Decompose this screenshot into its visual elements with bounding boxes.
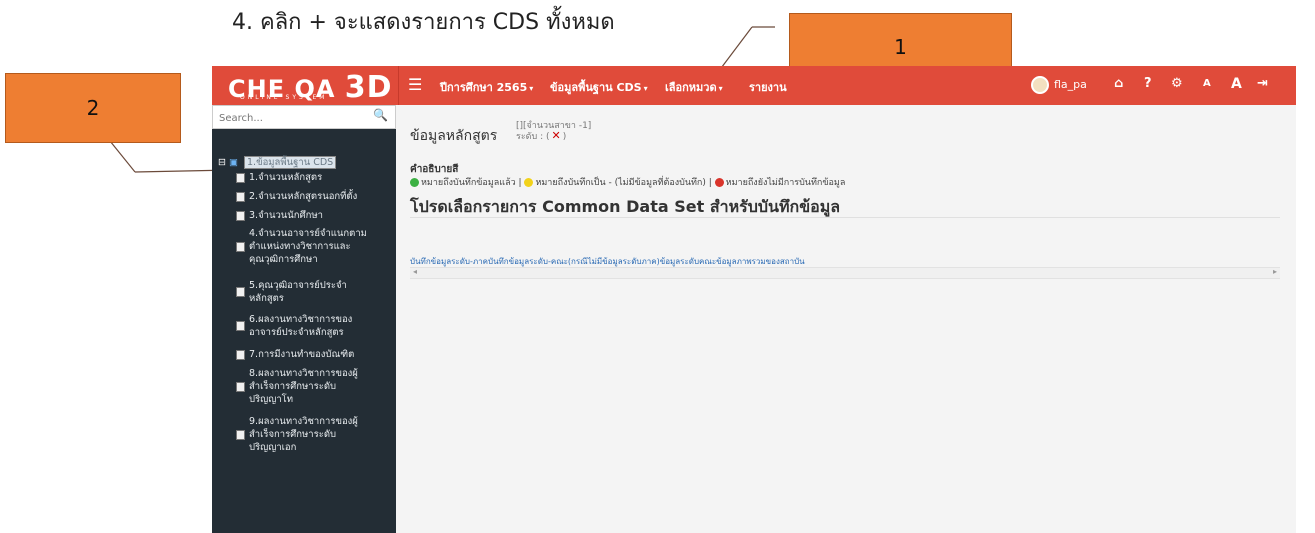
settings-icon[interactable]: ⚙ (1171, 76, 1183, 91)
tree-item-6[interactable]: 6.ผลงานทางวิชาการของ อาจารย์ประจำหลักสูต… (236, 313, 394, 339)
menu-toggle-icon[interactable]: ☰ (408, 75, 422, 94)
tree-item-7[interactable]: 7.การมีงานทำของบัณฑิต (236, 348, 394, 361)
tree-root-label[interactable]: 1.ข้อมูลพื้นฐาน CDS (244, 156, 337, 169)
search-input[interactable] (217, 109, 361, 127)
scroll-left-icon[interactable]: ◂ (413, 267, 417, 276)
document-icon (236, 172, 245, 183)
divider (410, 217, 1280, 218)
yellow-status-icon (524, 178, 534, 187)
document-icon (236, 381, 245, 392)
tree-item-3[interactable]: 3.จำนวนนักศึกษา (236, 209, 394, 222)
document-icon (236, 210, 245, 221)
document-icon (236, 191, 245, 202)
sidebar: 🔍 ⊟ ▣ 1.ข้อมูลพื้นฐาน CDS 1.จำนวนหลักสูต… (212, 105, 396, 533)
instruction-text: 4. คลิก + จะแสดงรายการ CDS ทั้งหมด (232, 10, 615, 35)
search-icon[interactable]: 🔍 (373, 108, 388, 122)
callout-box-2: 2 (5, 73, 181, 143)
menu-year[interactable]: ปีการศึกษา 2565 ▾ (440, 78, 533, 96)
menu-cds[interactable]: ข้อมูลพื้นฐาน CDS ▾ (550, 78, 648, 96)
page-title: ข้อมูลหลักสูตร (410, 128, 498, 144)
search-box: 🔍 (212, 105, 396, 129)
close-icon[interactable]: ✕ (552, 129, 561, 142)
scroll-right-icon[interactable]: ▸ (1273, 267, 1277, 276)
menu-report[interactable]: รายงาน (749, 78, 787, 96)
document-icon (236, 287, 245, 297)
collapse-icon[interactable]: ⊟ (218, 157, 226, 168)
tree-item-8[interactable]: 8.ผลงานทางวิชาการของผู้ สำเร็จการศึกษาระ… (236, 367, 394, 406)
horizontal-scrollbar[interactable]: ◂ ▸ (410, 267, 1280, 279)
menu-category[interactable]: เลือกหมวด ▾ (665, 78, 723, 96)
top-navbar: CHE QA 3D ONLINE SYSTEM ☰ ปีการศึกษา 256… (212, 66, 1315, 105)
font-small-icon[interactable]: A (1203, 78, 1211, 89)
tree-item-5[interactable]: 5.คุณวุฒิอาจารย์ประจำ หลักสูตร (236, 279, 394, 305)
logout-icon[interactable]: ⇥ (1257, 76, 1268, 91)
logo-3d: 3D (344, 70, 393, 105)
main-content: ข้อมูลหลักสูตร [][จำนวนสาขา -1] ระดับ : … (396, 105, 1296, 533)
red-status-icon (714, 178, 724, 187)
folder-icon: ▣ (229, 157, 238, 168)
vertical-scrollbar[interactable] (1296, 66, 1315, 533)
username[interactable]: fla_pa (1054, 78, 1087, 91)
tree-item-9[interactable]: 9.ผลงานทางวิชาการของผู้ สำเร็จการศึกษาระ… (236, 415, 394, 454)
legend-row: หมายถึงบันทึกข้อมูลแล้ว | หมายถึงบันทึกเ… (410, 175, 845, 189)
tree-item-1[interactable]: 1.จำนวนหลักสูตร (236, 171, 394, 184)
document-icon (236, 321, 245, 331)
logo[interactable]: CHE QA 3D ONLINE SYSTEM (212, 66, 399, 105)
home-icon[interactable]: ⌂ (1114, 76, 1123, 91)
help-icon[interactable]: ? (1144, 76, 1152, 91)
logo-subtitle: ONLINE SYSTEM (240, 94, 328, 101)
font-large-icon[interactable]: A (1231, 76, 1242, 92)
document-icon (236, 429, 245, 440)
tree-root[interactable]: ⊟ ▣ 1.ข้อมูลพื้นฐาน CDS (218, 155, 337, 170)
level-indicator: ระดับ : (✕) (516, 129, 567, 142)
document-icon (236, 349, 245, 360)
document-icon (236, 241, 245, 252)
tree-item-4[interactable]: 4.จำนวนอาจารย์จำแนกตาม ตำแหน่งทางวิชาการ… (236, 227, 394, 266)
tree-item-2[interactable]: 2.จำนวนหลักสูตรนอกที่ตั้ง (236, 190, 394, 203)
avatar[interactable] (1031, 76, 1049, 94)
green-status-icon (410, 178, 419, 187)
